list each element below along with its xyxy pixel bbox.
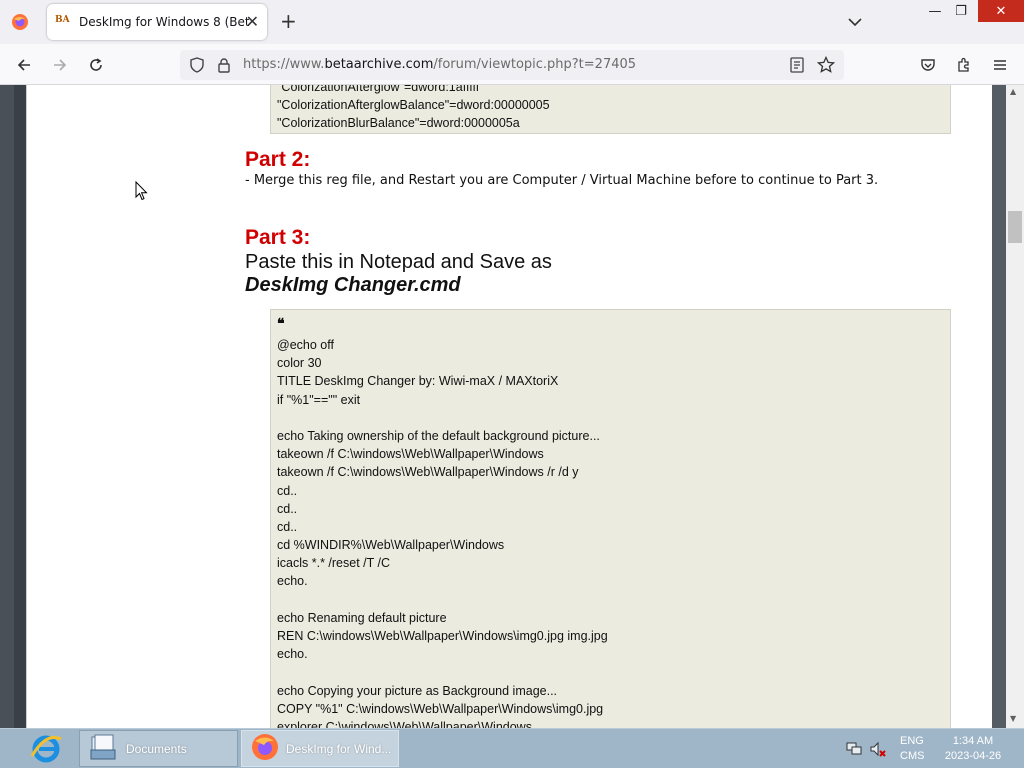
code-line: @echo off	[277, 338, 334, 352]
taskbar-item-documents[interactable]: Documents	[79, 730, 238, 767]
code-block-cmd: ❝ @echo off color 30 TITLE DeskImg Changer…	[270, 309, 951, 728]
code-line: echo Renaming default picture	[277, 610, 447, 625]
forward-icon[interactable]	[49, 54, 71, 76]
internet-explorer-icon[interactable]	[24, 731, 68, 767]
code-line: cd..	[277, 519, 298, 534]
close-window-button[interactable]: ✕	[978, 0, 1024, 22]
vertical-scrollbar[interactable]: ▲ ▼	[1006, 85, 1024, 728]
back-icon[interactable]	[13, 54, 35, 76]
code-line: REN C:\windows\Web\Wallpaper\Windows\img…	[277, 629, 608, 643]
firefox-icon	[250, 732, 280, 766]
part3-heading: Part 3:	[245, 226, 311, 249]
bookmark-star-icon[interactable]	[816, 55, 836, 78]
reload-icon[interactable]	[85, 54, 107, 76]
page-viewport: "ColorizationAfterglow"=dword:1afffff "C…	[0, 85, 1024, 728]
hamburger-menu-icon[interactable]	[989, 54, 1011, 76]
code-line: takeown /f C:\windows\Web\Wallpaper\Wind…	[277, 447, 544, 462]
code-line: explorer C:\windows\Web\Wallpaper\Window…	[277, 719, 532, 728]
tab-title: DeskImg for Windows 8 (Beta's	[79, 15, 249, 29]
address-bar[interactable]: https://www.betaarchive.com/forum/viewto…	[180, 50, 844, 80]
page-left-border	[0, 85, 14, 728]
code-line: cd..	[277, 483, 298, 498]
scrollbar-thumb[interactable]	[1008, 211, 1022, 243]
taskbar-item-label: Documents	[126, 741, 187, 756]
network-icon[interactable]	[845, 741, 863, 761]
code-line: cd..	[277, 501, 298, 516]
url-text[interactable]: https://www.betaarchive.com/forum/viewto…	[243, 57, 636, 72]
file-explorer-icon	[88, 732, 118, 766]
shield-icon[interactable]	[189, 57, 205, 77]
tab-active[interactable]: BA DeskImg for Windows 8 (Beta's ✕	[47, 4, 267, 40]
code-line: takeown /f C:\windows\Web\Wallpaper\Wind…	[277, 465, 579, 480]
code-line: echo.	[277, 574, 308, 589]
code-line: echo.	[277, 647, 308, 662]
tab-strip: BA DeskImg for Windows 8 (Beta's ✕ + — ❐…	[0, 0, 1024, 44]
restore-button[interactable]: ❐	[948, 0, 974, 22]
code-line: echo Copying your picture as Background …	[277, 683, 558, 698]
code-line: "ColorizationBlurBalance"=dword:0000005a	[277, 116, 520, 130]
system-clock[interactable]: 1:34 AM 2023-04-26	[938, 734, 1008, 764]
code-line: COPY "%1" C:\windows\Web\Wallpaper\Windo…	[277, 701, 604, 716]
quote-icon: ❝	[277, 316, 285, 332]
language-indicator[interactable]: ENG CMS	[900, 734, 924, 764]
site-favicon-icon: BA	[55, 15, 70, 25]
taskbar-item-firefox[interactable]: DeskImg for Wind...	[241, 730, 399, 767]
tab-close-icon[interactable]: ✕	[246, 14, 259, 30]
list-all-tabs-icon[interactable]	[848, 12, 862, 31]
lock-icon[interactable]	[216, 57, 232, 77]
code-block-registry: "ColorizationAfterglow"=dword:1afffff "C…	[270, 85, 951, 134]
page-right-border	[992, 85, 1006, 728]
code-line: "ColorizationAfterglow"=dword:1afffff	[277, 85, 480, 94]
code-line: TITLE DeskImg Changer by: Wiwi-maX / MAX…	[277, 374, 559, 389]
part2-heading: Part 2:	[245, 148, 311, 171]
code-line: "ColorizationAfterglowBalance"=dword:000…	[277, 98, 550, 112]
mouse-cursor-icon	[135, 180, 148, 205]
part3-subtitle: Paste this in Notepad and Save as	[245, 251, 552, 273]
language-code: ENG	[900, 735, 924, 747]
minimize-button[interactable]: —	[922, 0, 948, 22]
forum-post: "ColorizationAfterglow"=dword:1afffff "C…	[26, 85, 992, 728]
code-line: color 30	[277, 356, 322, 371]
firefox-menu-icon[interactable]	[8, 10, 32, 34]
part3-filename: DeskImg Changer.cmd	[245, 274, 461, 296]
extensions-icon[interactable]	[953, 54, 975, 76]
new-tab-button[interactable]: +	[280, 11, 297, 31]
clock-time: 1:34 AM	[952, 735, 994, 747]
input-method-code: CMS	[900, 750, 925, 762]
taskbar: Documents DeskImg for Wind... ENG CMS 1:…	[0, 728, 1024, 768]
code-line: if "%1"=="" exit	[277, 392, 361, 407]
part2-text: - Merge this reg file, and Restart you a…	[245, 173, 879, 188]
speaker-muted-icon[interactable]	[869, 741, 887, 761]
scroll-up-icon[interactable]: ▲	[1010, 87, 1016, 96]
code-line: icacls *.* /reset /T /C	[277, 556, 390, 571]
pocket-icon[interactable]	[917, 54, 939, 76]
clock-date: 2023-04-26	[944, 750, 1002, 762]
navigation-toolbar: https://www.betaarchive.com/forum/viewto…	[0, 44, 1024, 85]
code-lines: @echo off color 30 TITLE DeskImg Changer b…	[277, 336, 944, 728]
code-line: echo Taking ownership of the default bac…	[277, 428, 600, 443]
code-line: cd %WINDIR%\Web\Wallpaper\Windows	[277, 538, 505, 553]
scroll-down-icon[interactable]: ▼	[1010, 714, 1016, 723]
taskbar-item-label: DeskImg for Wind...	[286, 741, 392, 756]
reader-view-icon[interactable]	[790, 57, 804, 77]
